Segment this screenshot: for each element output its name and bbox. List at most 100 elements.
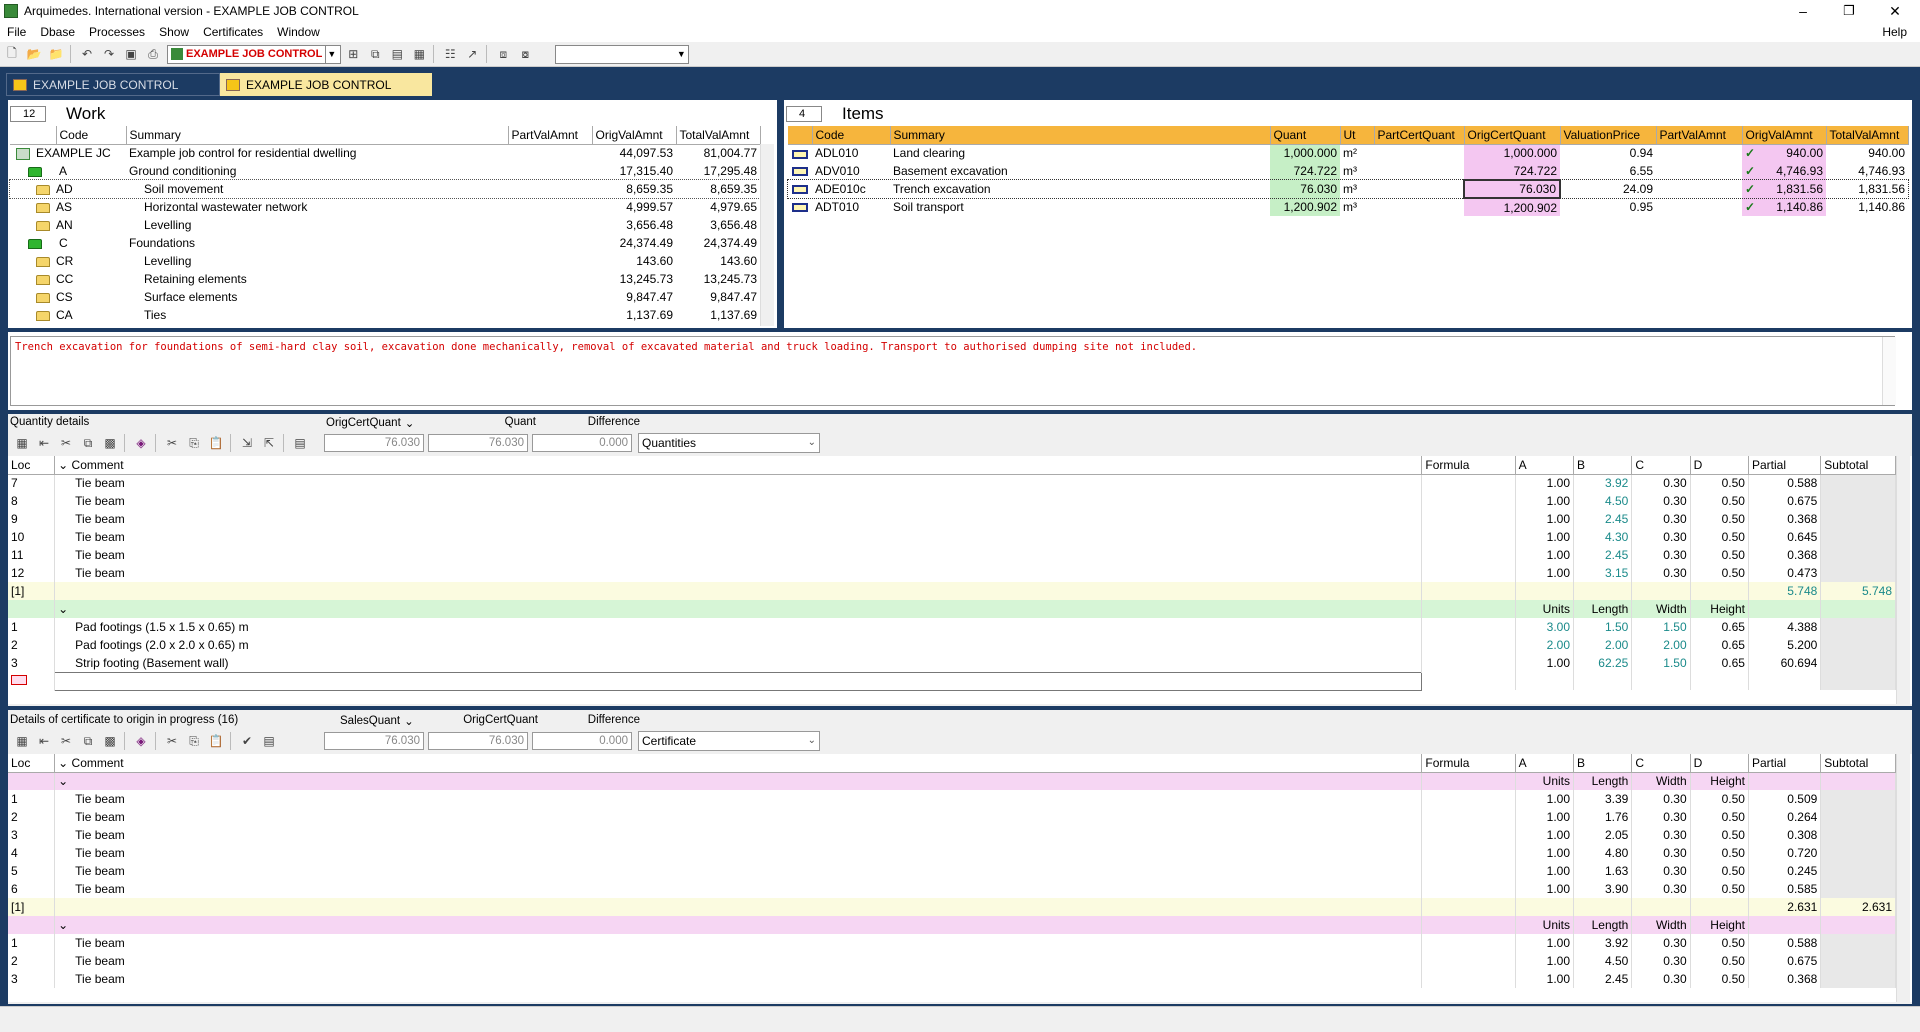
- row-d[interactable]: 0.50: [1690, 826, 1749, 844]
- row-comment[interactable]: Tie beam: [54, 564, 1423, 582]
- chevron-down-icon[interactable]: ▼: [325, 45, 337, 63]
- certify-icon[interactable]: ✔: [237, 732, 257, 750]
- row-b[interactable]: 3.15: [1573, 564, 1633, 582]
- quant-field[interactable]: 76.030: [428, 434, 528, 452]
- row-formula[interactable]: [1421, 952, 1516, 970]
- col-partial[interactable]: Partial: [1748, 754, 1822, 773]
- row-a[interactable]: 1.00: [1515, 790, 1575, 808]
- quantities-select[interactable]: Quantities ⌄: [638, 433, 820, 453]
- trend-icon[interactable]: ↗: [462, 45, 482, 63]
- row-a[interactable]: 1.00: [1515, 492, 1575, 510]
- paste-icon[interactable]: 📋: [206, 434, 226, 452]
- row-a[interactable]: 1.00: [1515, 934, 1575, 952]
- delete-row-icon[interactable]: ✂: [56, 732, 76, 750]
- row-formula[interactable]: [1421, 826, 1516, 844]
- col-code[interactable]: Code: [56, 126, 127, 145]
- col-b[interactable]: B: [1573, 754, 1633, 773]
- chevron-down-icon[interactable]: ⌄: [58, 602, 68, 616]
- col-loc[interactable]: Loc: [8, 456, 56, 475]
- row-a[interactable]: 1.00: [1515, 808, 1575, 826]
- row-b[interactable]: 2.00: [1573, 636, 1633, 654]
- window-cascade-icon[interactable]: ⧇: [515, 45, 535, 63]
- row-formula[interactable]: [1421, 528, 1516, 546]
- col-subtotal[interactable]: Subtotal: [1820, 456, 1896, 475]
- row-comment[interactable]: Tie beam: [54, 862, 1423, 880]
- table-row[interactable]: 1 Tie beam 1.00 3.39 0.30 0.50 0.509: [8, 790, 1896, 808]
- row-formula[interactable]: [1421, 492, 1516, 510]
- row-a[interactable]: 1.00: [1515, 510, 1575, 528]
- book-icon[interactable]: ◈: [131, 434, 151, 452]
- origcertquant-field[interactable]: 76.030: [428, 732, 528, 750]
- row-c[interactable]: 0.30: [1631, 546, 1691, 564]
- table-row[interactable]: 3 Tie beam 1.00 2.05 0.30 0.50 0.308: [8, 826, 1896, 844]
- table-row[interactable]: 1 Tie beam 1.00 3.92 0.30 0.50 0.588: [8, 934, 1896, 952]
- row-d[interactable]: 0.50: [1690, 862, 1749, 880]
- calendar-icon[interactable]: ▦: [12, 732, 32, 750]
- row-c[interactable]: 0.30: [1631, 862, 1691, 880]
- col-origcertquant[interactable]: OrigCertQuant: [1464, 126, 1561, 145]
- row-c[interactable]: 0.30: [1631, 844, 1691, 862]
- col-loc[interactable]: Loc: [8, 754, 56, 773]
- row-comment[interactable]: Strip footing (Basement wall): [54, 654, 1423, 672]
- table-row[interactable]: 3 Tie beam 1.00 2.45 0.30 0.50 0.368: [8, 970, 1896, 988]
- row-a[interactable]: 3.00: [1515, 618, 1575, 636]
- table-row[interactable]: 2 Pad footings (2.0 x 2.0 x 0.65) m 2.00 2.…: [8, 636, 1896, 654]
- row-formula[interactable]: [1421, 564, 1516, 582]
- row-comment[interactable]: Tie beam: [54, 808, 1423, 826]
- tab-job-control-1[interactable]: EXAMPLE JOB CONTROL: [6, 73, 220, 96]
- row-c[interactable]: 0.30: [1631, 952, 1691, 970]
- row-c[interactable]: 0.30: [1631, 970, 1691, 988]
- row-formula[interactable]: [1421, 654, 1516, 672]
- row-comment[interactable]: Tie beam: [54, 790, 1423, 808]
- group-header-row[interactable]: ⌄ Units Length Width Height: [8, 916, 1896, 934]
- col-summary[interactable]: Summary: [126, 126, 509, 145]
- row-formula[interactable]: [1421, 510, 1516, 528]
- row-d[interactable]: 0.50: [1690, 808, 1749, 826]
- col-comment[interactable]: ⌄ Comment: [54, 754, 1423, 773]
- toolbar-combo[interactable]: ▼: [555, 44, 690, 64]
- difference-field[interactable]: 0.000: [532, 434, 632, 452]
- col-totalvalamnt[interactable]: TotalValAmnt: [1826, 126, 1909, 145]
- row-b[interactable]: 2.45: [1573, 546, 1633, 564]
- row-d[interactable]: 0.65: [1690, 636, 1749, 654]
- subtotal-row[interactable]: [1] 5.748 5.748: [8, 582, 1896, 600]
- row-b[interactable]: 4.50: [1573, 492, 1633, 510]
- table-row[interactable]: ADV010 Basement excavation 724.722 m³ 72…: [788, 162, 1908, 180]
- close-button[interactable]: ✕: [1872, 0, 1918, 22]
- row-d[interactable]: 0.50: [1690, 528, 1749, 546]
- row-formula[interactable]: [1421, 546, 1516, 564]
- table-row[interactable]: 8 Tie beam 1.00 4.50 0.30 0.50 0.675: [8, 492, 1896, 510]
- row-a[interactable]: 1.00: [1515, 844, 1575, 862]
- table-row[interactable]: 2 Tie beam 1.00 1.76 0.30 0.50 0.264: [8, 808, 1896, 826]
- row-b[interactable]: 3.92: [1573, 474, 1633, 492]
- row-b[interactable]: 1.63: [1573, 862, 1633, 880]
- tree-copy-icon[interactable]: ⧉: [365, 45, 385, 63]
- undo-icon[interactable]: ↶: [77, 45, 97, 63]
- row-c[interactable]: 0.30: [1631, 474, 1691, 492]
- col-ut[interactable]: Ut: [1340, 126, 1375, 145]
- row-comment[interactable]: Tie beam: [54, 546, 1423, 564]
- group-header-row[interactable]: ⌄ Units Length Width Height: [8, 772, 1896, 790]
- grid-icon[interactable]: ▩: [100, 434, 120, 452]
- table-row[interactable]: 1 Pad footings (1.5 x 1.5 x 0.65) m 3.00 1.…: [8, 618, 1896, 636]
- row-a[interactable]: 1.00: [1515, 880, 1575, 898]
- tab-job-control-2[interactable]: EXAMPLE JOB CONTROL: [220, 73, 432, 96]
- row-b[interactable]: 2.45: [1573, 510, 1633, 528]
- description-scrollbar[interactable]: [1882, 337, 1896, 405]
- save-icon[interactable]: ▣: [121, 45, 141, 63]
- row-origcert[interactable]: 1,200.902: [1464, 198, 1560, 216]
- col-origvalamnt[interactable]: OrigValAmnt: [592, 126, 677, 145]
- row-a[interactable]: 1.00: [1515, 654, 1575, 672]
- col-totalvalamnt[interactable]: TotalValAmnt: [676, 126, 761, 145]
- calendar-icon[interactable]: ▦: [409, 45, 429, 63]
- col-origvalamnt[interactable]: OrigValAmnt: [1742, 126, 1827, 145]
- difference-field[interactable]: 0.000: [532, 732, 632, 750]
- quantity-scrollbar[interactable]: [1896, 456, 1910, 704]
- row-c[interactable]: 0.30: [1631, 492, 1691, 510]
- delete-row-icon[interactable]: ✂: [56, 434, 76, 452]
- insert-row-icon[interactable]: ⇤: [34, 434, 54, 452]
- row-formula[interactable]: [1421, 862, 1516, 880]
- new-row[interactable]: [8, 671, 1896, 691]
- export-icon[interactable]: ⇱: [259, 434, 279, 452]
- row-d[interactable]: 0.50: [1690, 492, 1749, 510]
